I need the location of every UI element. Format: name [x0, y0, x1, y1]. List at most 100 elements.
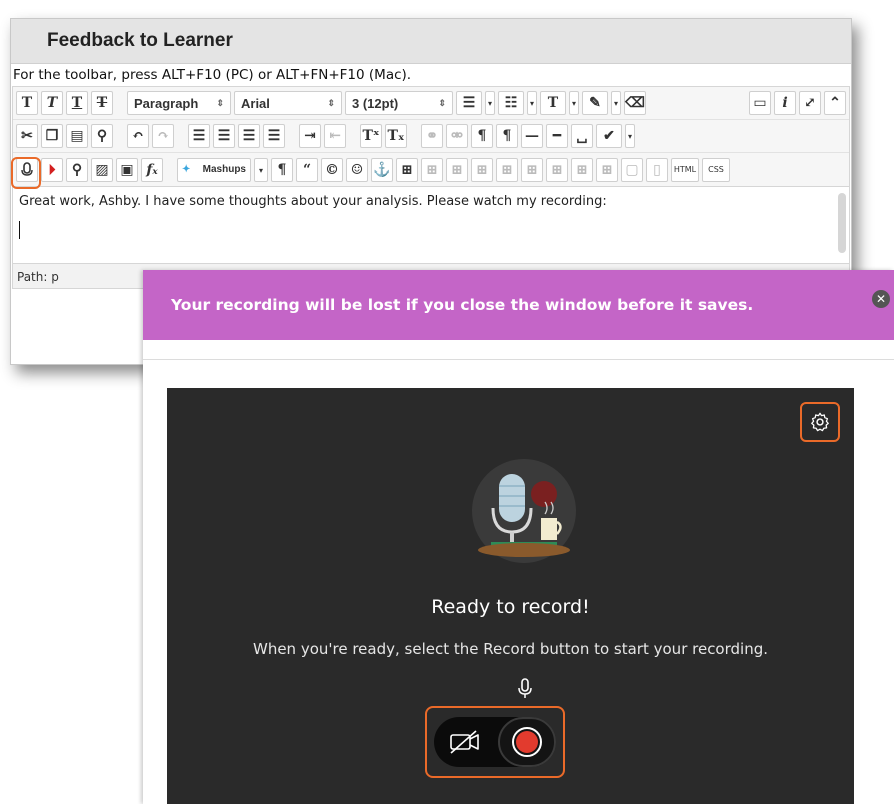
outdent-icon[interactable]: ⇤ [324, 124, 346, 148]
record-button-highlight [11, 157, 41, 189]
info-icon[interactable]: i [774, 91, 796, 115]
find-icon[interactable]: ⚲ [91, 124, 113, 148]
microphone-status-icon [518, 678, 532, 698]
editor-content-area[interactable]: Great work, Ashby. I have some thoughts … [12, 187, 850, 263]
redo-icon[interactable]: ↷ [152, 124, 174, 148]
record-dot-icon [516, 731, 538, 753]
fullscreen-icon[interactable]: ⤢ [799, 91, 821, 115]
paragraph-format-value: Paragraph [134, 95, 199, 111]
close-icon[interactable]: ✕ [872, 290, 890, 308]
emoticon-icon[interactable]: ☺ [346, 157, 368, 182]
table-row-before-icon[interactable]: ⊞ [421, 157, 443, 182]
select-arrow-icon: ⇕ [327, 97, 335, 108]
select-arrow-icon: ⇕ [216, 97, 224, 108]
mashups-select[interactable]: ✦ Mashups [177, 157, 251, 182]
paragraph-format-select[interactable]: Paragraph ⇕ [127, 91, 231, 115]
numbered-list-dropdown[interactable]: ▾ [527, 91, 537, 115]
toolbar-hint: For the toolbar, press ALT+F10 (PC) or A… [13, 67, 412, 83]
table-col-before-icon[interactable]: ⊞ [496, 157, 518, 182]
align-justify-icon[interactable]: ☰ [263, 124, 285, 148]
italic-button[interactable]: T [41, 91, 63, 115]
table-delete-col-icon[interactable]: ⊞ [546, 157, 568, 182]
editor-scrollbar[interactable] [838, 193, 846, 253]
table-row-after-icon[interactable]: ⊞ [446, 157, 468, 182]
toolbar-row-2: ✂ ❐ ▤ ⚲ ↶ ↷ ☰ ☰ ☰ ☰ ⇥ ⇤ Tˣ Tₓ ⚭ ⚮ ¶ ¶ — … [13, 120, 849, 153]
table-split-icon[interactable]: ⊞ [571, 157, 593, 182]
mashups-dropdown[interactable]: ▾ [254, 157, 268, 182]
bullet-list-button[interactable]: ☰ [456, 91, 482, 115]
copyright-icon[interactable]: © [321, 157, 343, 182]
subscript-icon[interactable]: Tₓ [385, 124, 407, 148]
numbered-list-button[interactable]: ☷ [498, 91, 524, 115]
horizontal-rule-icon[interactable]: — [521, 124, 543, 148]
insert-media-icon[interactable]: ▣ [116, 157, 138, 182]
align-right-icon[interactable]: ☰ [238, 124, 260, 148]
recording-warning-banner: Your recording will be lost if you close… [143, 270, 894, 340]
indent-icon[interactable]: ⇥ [299, 124, 321, 148]
font-size-select[interactable]: 3 (12pt) ⇕ [345, 91, 453, 115]
toolbar-row-1: T T T T Paragraph ⇕ Arial ⇕ 3 (12pt) ⇕ ☰ ▾ … [13, 87, 849, 120]
table-delete-row-icon[interactable]: ⊞ [471, 157, 493, 182]
ltr-icon[interactable]: ¶ [471, 124, 493, 148]
table-col-after-icon[interactable]: ⊞ [521, 157, 543, 182]
math-formula-icon[interactable]: fₓ [141, 157, 163, 182]
recorder-dialog: Your recording will be lost if you close… [143, 270, 894, 804]
paragraph-mark-icon[interactable]: ¶ [271, 157, 293, 182]
font-family-select[interactable]: Arial ⇕ [234, 91, 342, 115]
copy-icon[interactable]: ❐ [41, 124, 63, 148]
preview-icon[interactable]: ▭ [749, 91, 771, 115]
table-props-icon[interactable]: ▯ [646, 157, 668, 182]
align-left-icon[interactable]: ☰ [188, 124, 210, 148]
text-caret [19, 221, 20, 239]
table-cell-props-icon[interactable]: ▢ [621, 157, 643, 182]
settings-gear-icon[interactable] [800, 402, 840, 442]
anchor-icon[interactable]: ⚓ [371, 157, 393, 182]
attach-file-icon[interactable]: ⚲ [66, 157, 88, 182]
css-button[interactable]: CSS [702, 157, 730, 182]
superscript-icon[interactable]: Tˣ [360, 124, 382, 148]
highlight-color-dropdown[interactable]: ▾ [611, 91, 621, 115]
text-color-button[interactable]: T [540, 91, 566, 115]
editor-toolbar: T T T T Paragraph ⇕ Arial ⇕ 3 (12pt) ⇕ ☰ ▾ … [12, 86, 850, 187]
bold-button[interactable]: T [16, 91, 38, 115]
blockquote-icon[interactable]: “ [296, 157, 318, 182]
editor-title: Feedback to Learner [11, 19, 851, 64]
cut-icon[interactable]: ✂ [16, 124, 38, 148]
nonbreaking-space-icon[interactable]: ␣ [571, 124, 593, 148]
paste-icon[interactable]: ▤ [66, 124, 88, 148]
rtl-icon[interactable]: ¶ [496, 124, 518, 148]
eraser-icon[interactable]: ⌫ [624, 91, 646, 115]
text-color-dropdown[interactable]: ▾ [569, 91, 579, 115]
record-button[interactable] [498, 717, 556, 767]
camera-off-icon[interactable] [448, 727, 482, 757]
spellcheck-dropdown[interactable]: ▾ [625, 124, 635, 148]
ready-to-record-title: Ready to record! [431, 596, 590, 618]
insert-image-icon[interactable]: ▨ [91, 157, 113, 182]
spellcheck-icon[interactable]: ✔ [596, 124, 622, 148]
strikethrough-button[interactable]: T [91, 91, 113, 115]
html-source-button[interactable]: HTML [671, 157, 699, 182]
record-ring-icon [512, 727, 542, 757]
recording-warning-text: Your recording will be lost if you close… [171, 296, 754, 314]
select-arrow-icon: ⇕ [438, 97, 446, 108]
collapse-toolbar-icon[interactable]: ⌃ [824, 91, 846, 115]
link-icon[interactable]: ⚭ [421, 124, 443, 148]
undo-icon[interactable]: ↶ [127, 124, 149, 148]
youtube-icon[interactable]: ⏵ [41, 157, 63, 182]
record-controls [434, 717, 556, 767]
dialog-divider [143, 359, 894, 360]
underline-button[interactable]: T [66, 91, 88, 115]
align-center-icon[interactable]: ☰ [213, 124, 235, 148]
insert-table-icon[interactable]: ⊞ [396, 157, 418, 182]
highlight-color-button[interactable]: ✎ [582, 91, 608, 115]
record-controls-highlight [425, 706, 565, 778]
studio-microphone-illustration [472, 459, 576, 563]
editor-body-text: Great work, Ashby. I have some thoughts … [19, 194, 607, 209]
thick-rule-icon[interactable]: ━ [546, 124, 568, 148]
table-merge-icon[interactable]: ⊞ [596, 157, 618, 182]
mashups-logo-icon: ✦ [182, 164, 191, 175]
unlink-icon[interactable]: ⚮ [446, 124, 468, 148]
ready-to-record-instructions: When you're ready, select the Record but… [252, 640, 769, 658]
mashups-label: Mashups [202, 164, 246, 175]
bullet-list-dropdown[interactable]: ▾ [485, 91, 495, 115]
